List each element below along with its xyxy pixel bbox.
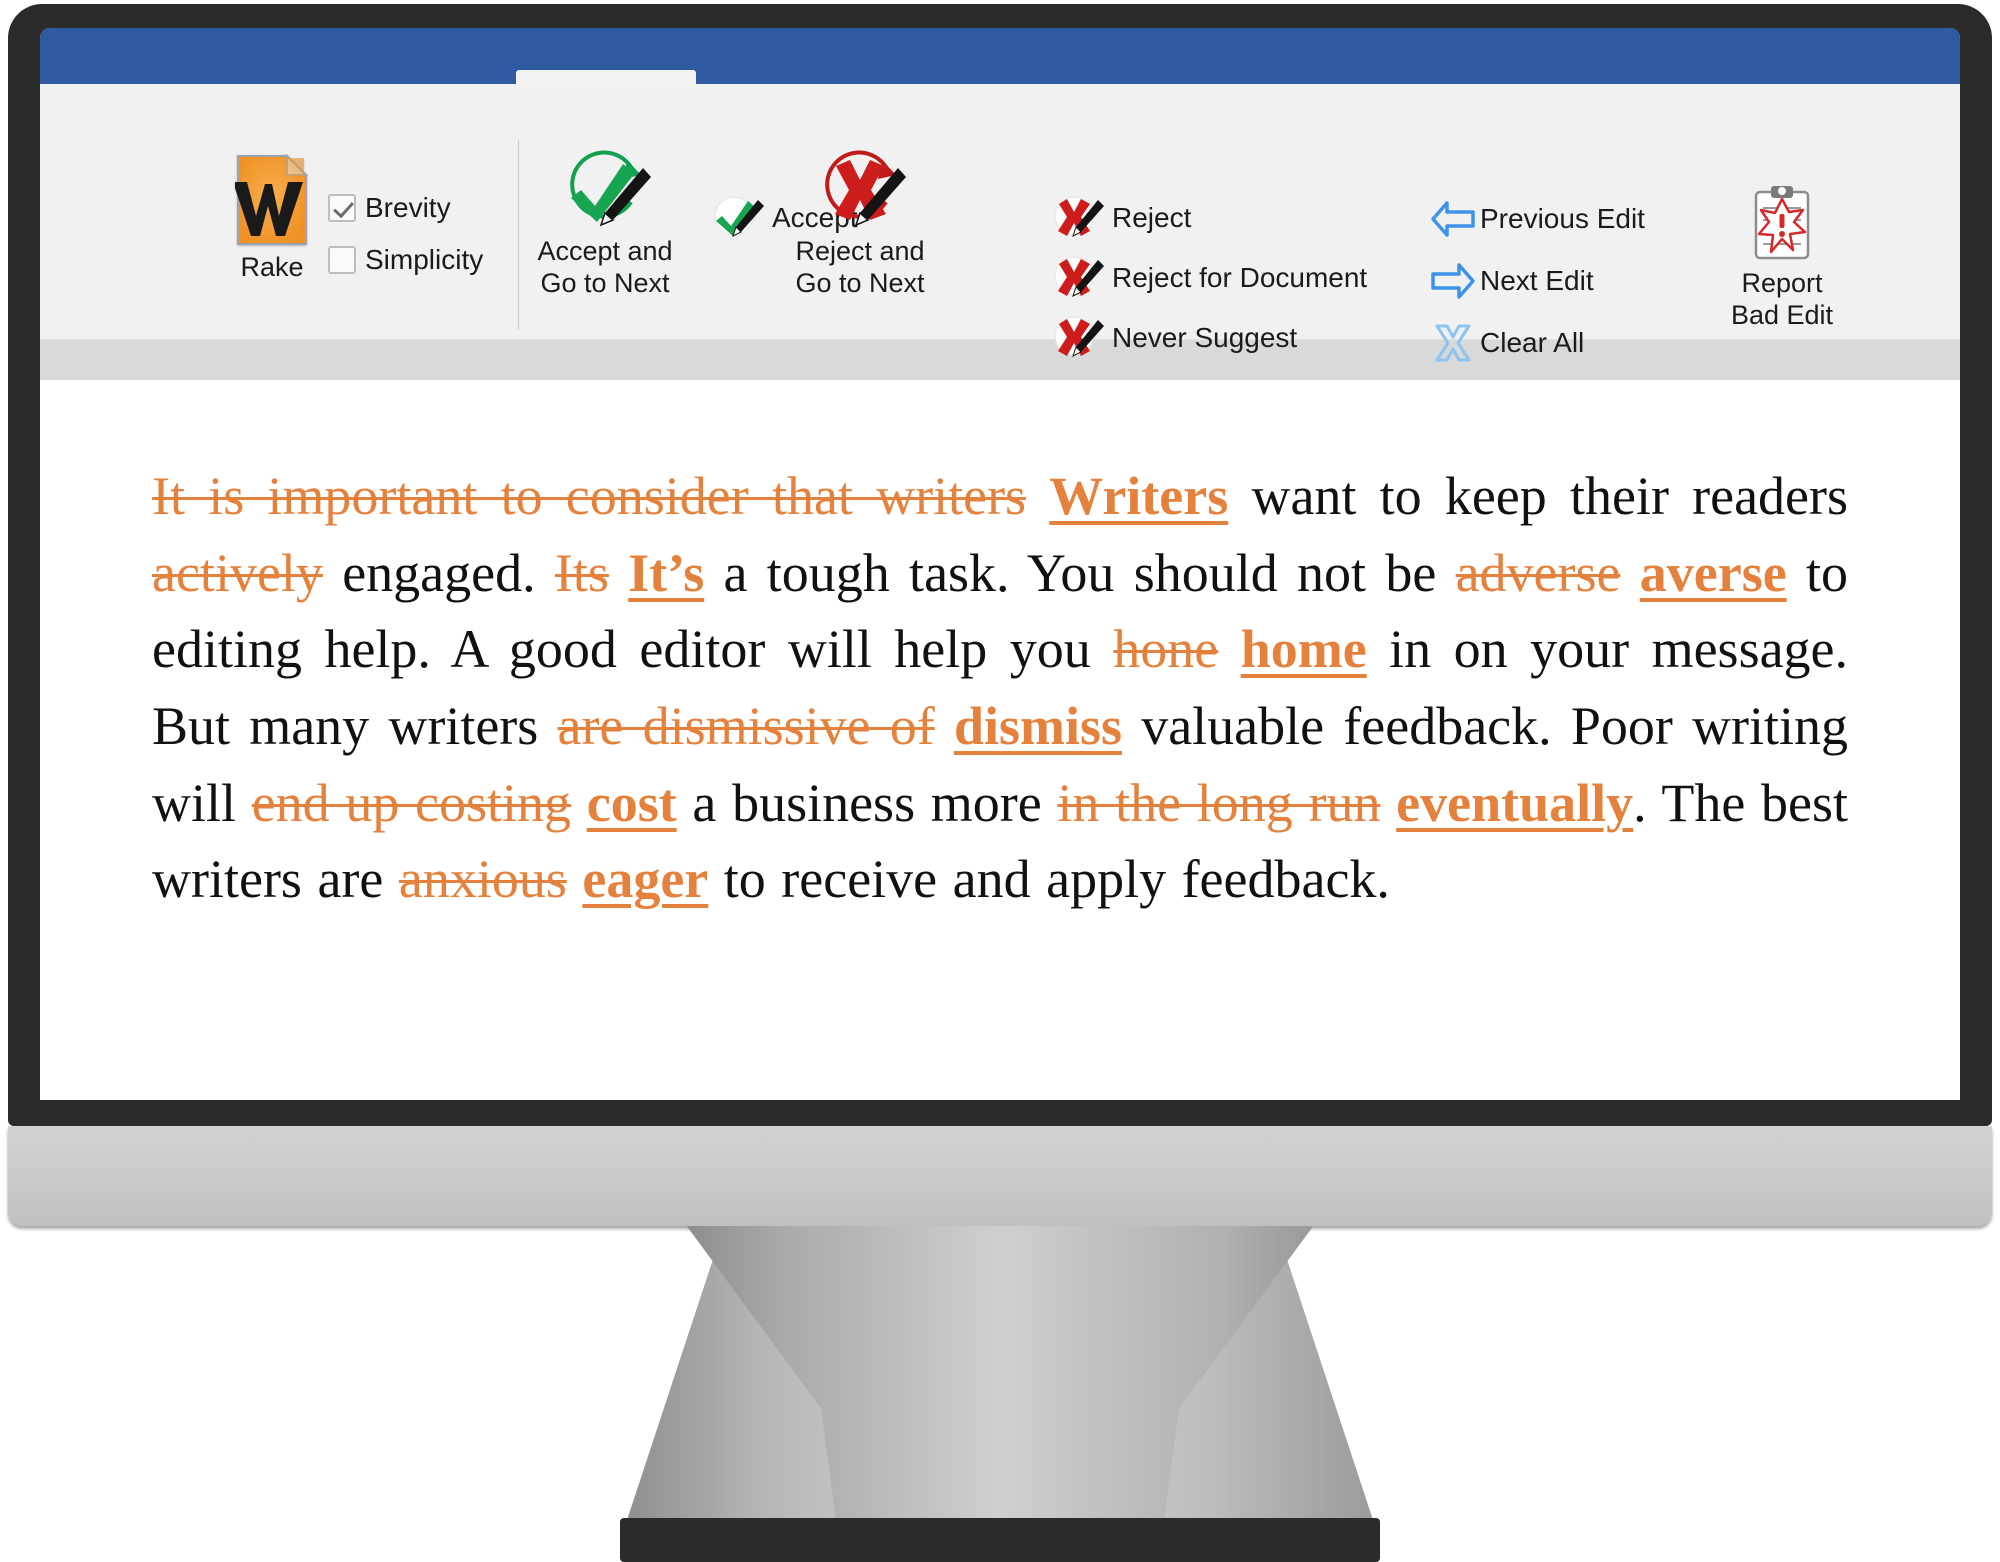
deleted-text[interactable]: anxious <box>399 849 567 909</box>
wordrake-ribbon: Rake Brevity Simplicity Accept and Go to… <box>40 84 1960 362</box>
wordrake-document-icon <box>233 153 309 246</box>
deleted-text[interactable]: actively <box>152 543 323 603</box>
deleted-text[interactable]: end up costing <box>252 773 571 833</box>
deleted-text[interactable]: adverse <box>1456 543 1621 603</box>
monitor-stand-base <box>620 1518 1380 1562</box>
inserted-text[interactable]: dismiss <box>954 696 1122 756</box>
checkbox-simplicity-box[interactable] <box>328 246 356 274</box>
rake-group: Rake Brevity Simplicity <box>220 153 483 286</box>
accept-and-go-to-next-label: Accept and Go to Next <box>537 236 672 300</box>
checkbox-brevity-box[interactable] <box>328 194 356 222</box>
deleted-text[interactable]: are dismissive of <box>557 696 934 756</box>
inserted-text[interactable]: eager <box>582 849 708 909</box>
clear-x-icon <box>1430 323 1476 363</box>
arrow-right-icon <box>1430 261 1476 301</box>
checkbox-simplicity[interactable]: Simplicity <box>328 234 483 286</box>
deleted-text[interactable]: hone <box>1113 619 1218 679</box>
clear-all-label: Clear All <box>1480 327 1585 358</box>
reject-go-line2: Go to Next <box>795 267 925 298</box>
deleted-text[interactable]: It is important to consider that writers <box>152 466 1026 526</box>
rake-options: Brevity Simplicity <box>328 182 483 286</box>
accept-go-line1: Accept and <box>537 236 673 266</box>
ribbon-bottom-strip <box>40 340 1960 380</box>
window-title-bar <box>40 28 1960 84</box>
inserted-text[interactable]: averse <box>1640 543 1787 603</box>
document-area[interactable]: It is important to consider that writers… <box>40 380 1960 919</box>
inserted-text[interactable]: eventually <box>1396 773 1633 833</box>
document-paragraph: It is important to consider that writers… <box>152 466 1849 910</box>
report-bad-edit-button[interactable]: Report Bad Edit <box>1692 184 1872 332</box>
accept-circle-pen-icon <box>557 146 653 232</box>
never-suggest-label: Never Suggest <box>1112 322 1298 353</box>
reject-for-document-label: Reject for Document <box>1112 262 1368 293</box>
checkbox-simplicity-label: Simplicity <box>365 244 484 275</box>
reject-button[interactable]: Reject <box>1052 192 1191 244</box>
inserted-text[interactable]: home <box>1241 619 1367 679</box>
monitor-screen: WordRake <box>40 28 1960 1100</box>
clear-all-button[interactable]: Clear All <box>1430 318 1584 368</box>
reject-x-pen-icon <box>1052 316 1106 360</box>
clipboard-alert-icon <box>1749 184 1815 264</box>
reject-and-go-to-next-label: Reject and Go to Next <box>795 236 924 300</box>
reject-label: Reject <box>1112 202 1192 233</box>
report-bad-edit-label: Report Bad Edit <box>1731 268 1833 332</box>
never-suggest-button[interactable]: Never Suggest <box>1052 312 1297 364</box>
inserted-text[interactable]: Writers <box>1049 466 1228 526</box>
deleted-text[interactable]: in the long run <box>1057 773 1380 833</box>
inserted-text[interactable]: It’s <box>628 543 704 603</box>
report-line1: Report <box>1741 268 1823 298</box>
accept-and-go-to-next-button[interactable]: Accept and Go to Next <box>495 146 715 300</box>
reject-and-go-to-next-button[interactable]: Reject and Go to Next <box>750 146 970 300</box>
monitor-chin <box>8 1126 1992 1226</box>
reject-for-document-button[interactable]: Reject for Document <box>1052 252 1367 304</box>
screenshot-stage: WordRake <box>0 0 2000 1562</box>
checkbox-brevity-label: Brevity <box>365 192 451 223</box>
report-line2: Bad Edit <box>1730 299 1834 330</box>
next-edit-label: Next Edit <box>1480 265 1594 296</box>
reject-x-pen-icon <box>1052 196 1106 240</box>
reject-x-pen-icon <box>1052 256 1106 300</box>
checkbox-brevity[interactable]: Brevity <box>328 182 483 234</box>
deleted-text[interactable]: Its <box>555 543 609 603</box>
accept-go-line2: Go to Next <box>540 267 670 298</box>
rake-button[interactable]: Rake <box>220 153 324 283</box>
inserted-text[interactable]: cost <box>587 773 677 833</box>
previous-edit-button[interactable]: Previous Edit <box>1430 194 1645 244</box>
rake-button-label: Rake <box>240 252 304 282</box>
next-edit-button[interactable]: Next Edit <box>1430 256 1594 306</box>
previous-edit-label: Previous Edit <box>1480 203 1645 234</box>
reject-circle-pen-icon <box>812 146 908 232</box>
arrow-left-icon <box>1430 199 1476 239</box>
reject-go-line1: Reject and <box>795 236 925 266</box>
